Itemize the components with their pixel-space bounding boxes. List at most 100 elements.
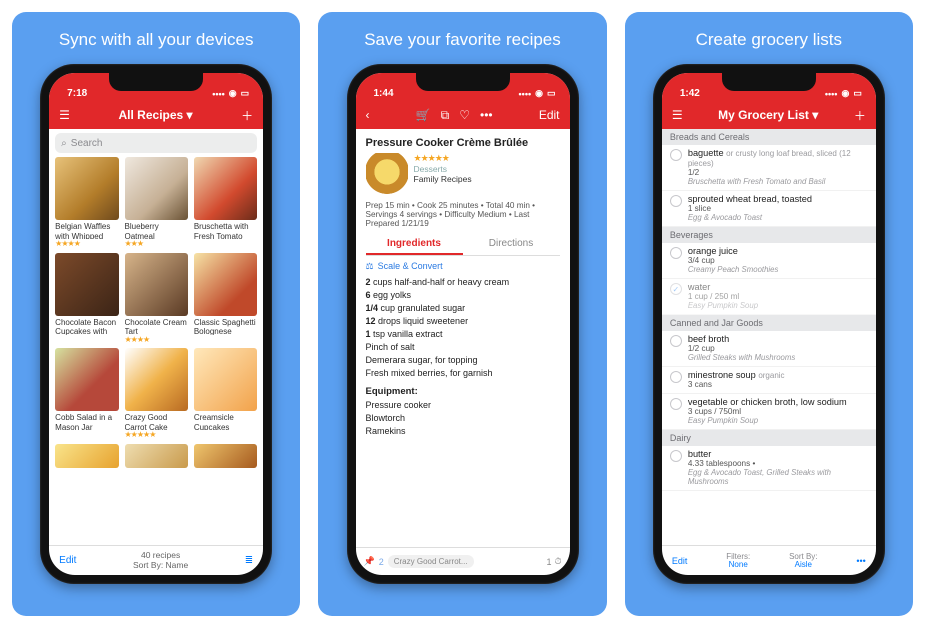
recipe-source: Family Recipes	[414, 174, 560, 184]
rating-stars[interactable]: ★★★★★	[414, 153, 560, 164]
recipe-card[interactable]	[55, 444, 118, 470]
signal-icon: ••••	[212, 89, 225, 99]
checkbox-icon[interactable]	[670, 335, 682, 347]
add-icon[interactable]: ＋	[854, 107, 866, 124]
edit-button[interactable]: Edit	[59, 555, 76, 566]
wifi-icon: ◉	[535, 88, 543, 99]
recipe-photo[interactable]	[366, 153, 408, 195]
ingredient-row[interactable]: 1 tsp vanilla extract	[366, 329, 560, 339]
screen-recipe-detail: 1:44 •••• ◉ ▭ ‹ 🛒 ⧉ ♡ ••• Edit Pressure …	[356, 73, 570, 575]
back-icon[interactable]: ‹	[366, 108, 370, 122]
scale-convert-button[interactable]: ⚖ Scale & Convert	[366, 261, 560, 272]
item-qty: 1 slice	[688, 204, 812, 213]
search-input[interactable]: ⌕ Search	[55, 133, 257, 153]
tab-ingredients[interactable]: Ingredients	[366, 234, 463, 255]
grocery-item[interactable]: beef broth 1/2 cup Grilled Steaks with M…	[662, 331, 876, 367]
recipe-name: Chocolate Bacon Cupcakes with M...	[55, 318, 118, 335]
filter-button[interactable]: Filters: None	[726, 553, 750, 569]
recipe-thumb	[55, 253, 118, 316]
bottom-toolbar: Edit 40 recipes Sort By: Name ≣	[49, 545, 263, 575]
recipe-card[interactable]: Chocolate Bacon Cupcakes with M...	[55, 253, 118, 345]
sort-label[interactable]: Sort By: Name	[133, 560, 188, 570]
item-title: vegetable or chicken broth, low sodium	[688, 397, 847, 407]
grocery-item[interactable]: butter 4.33 tablespoons • Egg & Avocado …	[662, 446, 876, 491]
checkbox-icon[interactable]	[670, 195, 682, 207]
timer-icon[interactable]: ⏱	[554, 556, 561, 567]
grocery-item[interactable]: orange juice 3/4 cup Creamy Peach Smooth…	[662, 243, 876, 279]
menu-icon[interactable]: ☰	[672, 108, 683, 122]
cart-icon[interactable]: 🛒	[416, 108, 431, 122]
ingredient-row[interactable]: 1/4 cup granulated sugar	[366, 303, 560, 313]
grocery-item[interactable]: ✓ water 1 cup / 250 ml Easy Pumpkin Soup	[662, 279, 876, 315]
signal-icon: ••••	[825, 89, 838, 99]
ingredient-row[interactable]: 2 cups half-and-half or heavy cream	[366, 277, 560, 287]
rating-stars: ★★★★	[55, 239, 80, 248]
ingredient-row[interactable]: Fresh mixed berries, for garnish	[366, 368, 560, 378]
ingredient-row[interactable]: Pinch of salt	[366, 342, 560, 352]
prev-recipe-pill[interactable]: Crazy Good Carrot...	[388, 555, 474, 568]
recipe-grid: Belgian Waffles with Whipped Cr... ★★★★ …	[49, 157, 263, 545]
item-qty: 3 cans	[688, 380, 785, 389]
equipment-row: Blowtorch	[366, 413, 560, 423]
grocery-item[interactable]: minestrone soup organic 3 cans	[662, 367, 876, 394]
rating-stars: ★★★★★	[125, 430, 156, 439]
grocery-item[interactable]: baguette or crusty long loaf bread, slic…	[662, 145, 876, 191]
status-time: 1:44	[374, 88, 394, 99]
tab-directions[interactable]: Directions	[463, 234, 560, 255]
edit-button[interactable]: Edit	[539, 108, 560, 122]
view-icon[interactable]: ≣	[245, 555, 253, 566]
phone-frame: 1:44 •••• ◉ ▭ ‹ 🛒 ⧉ ♡ ••• Edit Pressure …	[347, 64, 579, 584]
section-header: Canned and Jar Goods	[662, 315, 876, 331]
panel-sync: Sync with all your devices 7:18 •••• ◉ ▭…	[12, 12, 300, 616]
recipe-card[interactable]: Cobb Salad in a Mason Jar	[55, 348, 118, 440]
item-recipe: Easy Pumpkin Soup	[688, 301, 758, 310]
nav-bar: ☰ My Grocery List ▾ ＋	[662, 101, 876, 129]
nav-bar: ☰ All Recipes ▾ ＋	[49, 101, 263, 129]
bottom-toolbar: Edit Filters: None Sort By: Aisle •••	[662, 545, 876, 575]
ingredient-row[interactable]: Demerara sugar, for topping	[366, 355, 560, 365]
recipe-name: Crazy Good Carrot Cake	[125, 413, 188, 430]
recipe-card[interactable]: Blueberry Oatmeal ★★★	[125, 157, 188, 249]
recipe-card[interactable]	[125, 444, 188, 470]
status-time: 7:18	[67, 88, 87, 99]
recipe-category[interactable]: Desserts	[414, 164, 560, 174]
checkbox-icon[interactable]	[670, 247, 682, 259]
recipe-name: Cobb Salad in a Mason Jar	[55, 413, 118, 430]
nav-title[interactable]: All Recipes ▾	[119, 108, 193, 122]
heart-icon[interactable]: ♡	[459, 108, 470, 122]
equipment-row: Ramekins	[366, 426, 560, 436]
pin-icon[interactable]: 📌	[364, 556, 375, 567]
item-qty: 1 cup / 250 ml	[688, 292, 758, 301]
recipe-card[interactable]: Chocolate Cream Tart ★★★★	[125, 253, 188, 345]
nav-title[interactable]: My Grocery List ▾	[718, 108, 818, 122]
recipe-card[interactable]: Creamsicle Cupcakes	[194, 348, 257, 440]
bottom-toolbar: 📌 2 Crazy Good Carrot... 1 ⏱	[356, 547, 570, 575]
recipe-card[interactable]	[194, 444, 257, 470]
grocery-item[interactable]: sprouted wheat bread, toasted 1 slice Eg…	[662, 191, 876, 227]
recipe-card[interactable]: Crazy Good Carrot Cake ★★★★★	[125, 348, 188, 440]
checkbox-icon[interactable]	[670, 450, 682, 462]
checkbox-icon[interactable]	[670, 371, 682, 383]
section-header: Dairy	[662, 430, 876, 446]
item-title: baguette or crusty long loaf bread, slic…	[688, 148, 868, 168]
recipe-card[interactable]: Belgian Waffles with Whipped Cr... ★★★★	[55, 157, 118, 249]
add-icon[interactable]: ＋	[241, 107, 253, 124]
sort-button[interactable]: Sort By: Aisle	[789, 553, 817, 569]
checkbox-icon[interactable]	[670, 149, 682, 161]
checkbox-icon[interactable]	[670, 398, 682, 410]
menu-icon[interactable]: ☰	[59, 108, 70, 122]
recipe-card[interactable]: Classic Spaghetti Bolognese	[194, 253, 257, 345]
ingredient-row[interactable]: 12 drops liquid sweetener	[366, 316, 560, 326]
ingredient-row[interactable]: 6 egg yolks	[366, 290, 560, 300]
grocery-item[interactable]: vegetable or chicken broth, low sodium 3…	[662, 394, 876, 430]
more-icon[interactable]: •••	[480, 108, 493, 122]
calendar-add-icon[interactable]: ⧉	[441, 108, 450, 123]
panel-title: Create grocery lists	[696, 30, 842, 50]
checkbox-icon[interactable]: ✓	[670, 283, 682, 295]
signal-icon: ••••	[519, 89, 532, 99]
recipe-card[interactable]: Bruschetta with Fresh Tomato an...	[194, 157, 257, 249]
wifi-icon: ◉	[229, 88, 237, 99]
item-qty: 4.33 tablespoons •	[688, 459, 868, 468]
edit-button[interactable]: Edit	[672, 556, 688, 566]
more-icon[interactable]: •••	[856, 556, 865, 566]
